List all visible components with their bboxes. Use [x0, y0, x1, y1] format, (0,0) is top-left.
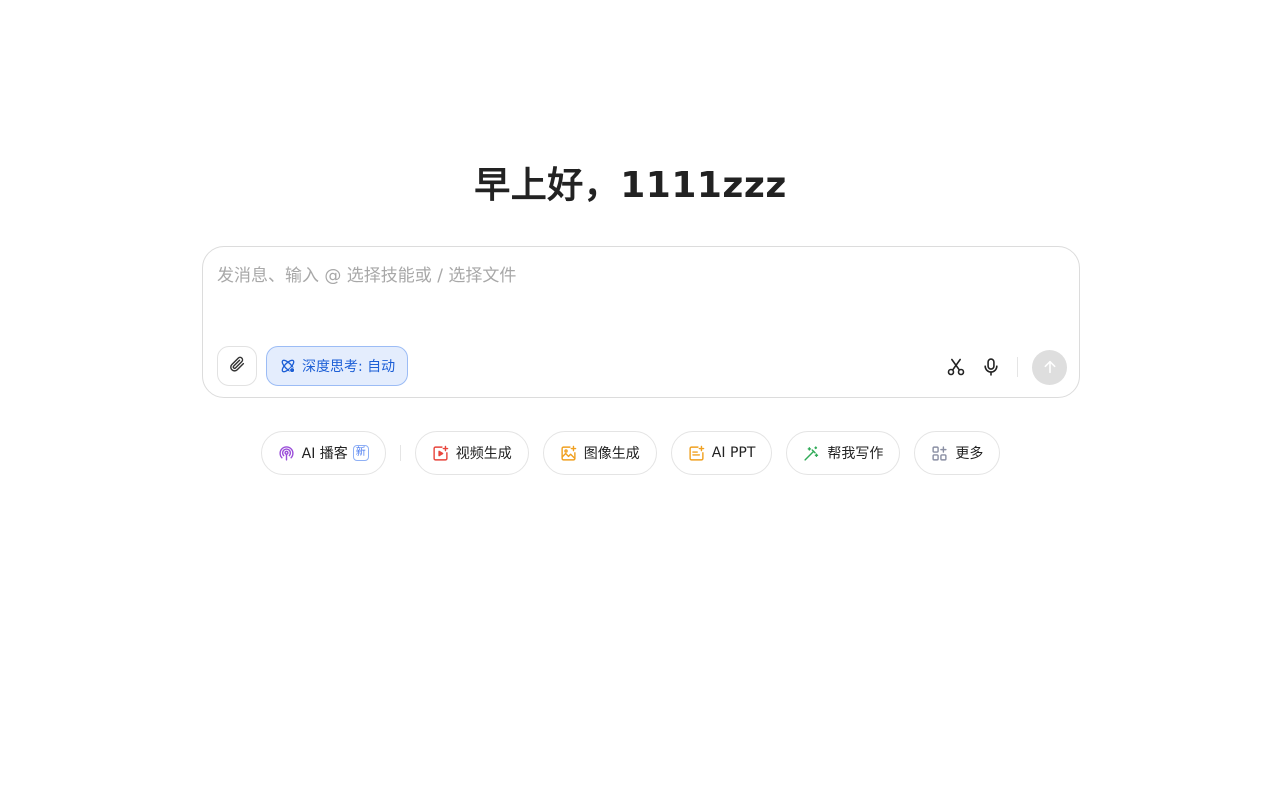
toolbar-divider	[1017, 357, 1018, 377]
skill-video-generation[interactable]: 视频生成	[414, 431, 529, 475]
skill-image-generation[interactable]: 图像生成	[542, 431, 657, 475]
new-badge: 新	[352, 445, 369, 461]
skill-more[interactable]: 更多	[914, 431, 1001, 475]
skill-label: 图像生成	[583, 446, 640, 462]
page: 早上好，1111zzz 深度思考: 自动	[0, 0, 1261, 790]
message-composer: 深度思考: 自动	[202, 246, 1080, 398]
skill-label: 更多	[955, 446, 984, 462]
skill-ai-ppt[interactable]: AI PPT	[670, 431, 773, 475]
send-button[interactable]	[1032, 349, 1067, 385]
atom-icon	[279, 357, 297, 375]
video-icon	[432, 445, 449, 462]
image-icon	[560, 445, 577, 462]
skill-ai-podcast[interactable]: AI 播客 新	[260, 431, 386, 475]
attach-button[interactable]	[217, 346, 257, 386]
scissors-icon	[946, 357, 966, 377]
voice-input-button[interactable]	[977, 353, 1005, 381]
composer-tools	[942, 349, 1067, 385]
deep-think-label: 深度思考: 自动	[302, 359, 396, 375]
grid-icon	[931, 445, 948, 462]
ppt-icon	[688, 445, 705, 462]
skill-label: 视频生成	[455, 446, 512, 462]
message-input[interactable]	[217, 261, 1057, 331]
page-title: 早上好，1111zzz	[474, 165, 787, 206]
chip-divider	[399, 445, 401, 461]
arrow-up-icon	[1042, 359, 1058, 375]
screenshot-button[interactable]	[942, 353, 970, 381]
paperclip-icon	[228, 355, 246, 377]
podcast-icon	[278, 445, 295, 462]
microphone-icon	[981, 357, 1001, 377]
skill-label: 帮我写作	[827, 446, 884, 462]
pen-icon	[803, 445, 820, 462]
skill-label: AI PPT	[711, 445, 756, 461]
skill-shortcuts: AI 播客 新 视频生成 图像生成 AI PPT 帮我写作 更多	[0, 431, 1261, 475]
skill-writing-assistant[interactable]: 帮我写作	[786, 431, 901, 475]
skill-label: AI 播客	[301, 446, 348, 462]
deep-think-toggle[interactable]: 深度思考: 自动	[266, 346, 409, 386]
